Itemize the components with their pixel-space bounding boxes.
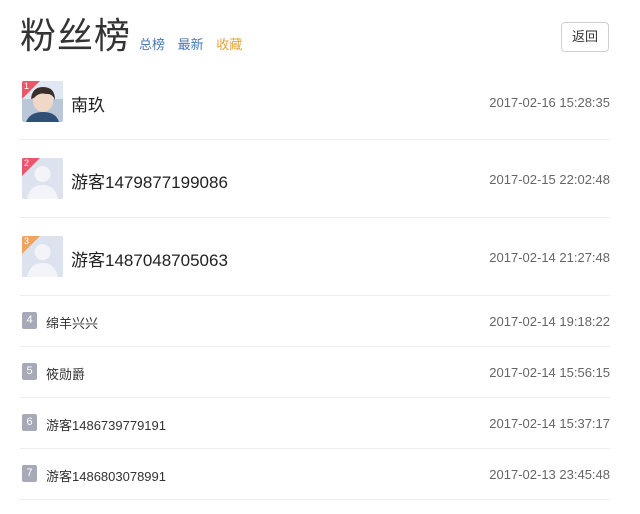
rank-badge: 7	[22, 465, 37, 482]
page-title: 粉丝榜	[20, 16, 132, 57]
back-button[interactable]: 返回	[561, 22, 609, 52]
list-item[interactable]: 4 绵羊兴兴 2017-02-14 19:18:22	[20, 296, 610, 347]
tab-favorites[interactable]: 收藏	[216, 37, 242, 52]
avatar: 3	[22, 236, 63, 277]
avatar: 2	[22, 158, 63, 199]
timestamp: 2017-02-14 21:27:48	[489, 250, 610, 265]
rank-number: 3	[24, 236, 30, 246]
header: 粉丝榜 总榜 最新 收藏 返回	[0, 0, 640, 70]
list-item[interactable]: 2 游客1479877199086 2017-02-15 22:02:48	[20, 140, 610, 218]
fan-name[interactable]: 筱勋爵	[46, 364, 85, 383]
avatar: 1	[22, 81, 63, 122]
timestamp: 2017-02-16 15:28:35	[489, 95, 610, 110]
timestamp: 2017-02-14 19:18:22	[489, 314, 610, 329]
rank-number: 2	[24, 158, 30, 168]
timestamp: 2017-02-13 23:45:48	[489, 467, 610, 482]
tab-bar: 总榜 最新 收藏	[139, 34, 251, 53]
list-item[interactable]: 7 游客1486803078991 2017-02-13 23:45:48	[20, 449, 610, 500]
fan-name[interactable]: 游客1486803078991	[46, 466, 166, 485]
tab-latest[interactable]: 最新	[178, 37, 204, 52]
list-item[interactable]: 6 游客1486739779191 2017-02-14 15:37:17	[20, 398, 610, 449]
tab-total[interactable]: 总榜	[139, 37, 165, 52]
timestamp: 2017-02-14 15:37:17	[489, 416, 610, 431]
rank-badge: 5	[22, 363, 37, 380]
timestamp: 2017-02-14 15:56:15	[489, 365, 610, 380]
list-item[interactable]: 5 筱勋爵 2017-02-14 15:56:15	[20, 347, 610, 398]
fan-list: 1 南玖 2017-02-16 15:28:35 2 游客14798771990…	[20, 70, 610, 500]
fan-name[interactable]: 游客1487048705063	[71, 246, 228, 271]
list-item[interactable]: 3 游客1487048705063 2017-02-14 21:27:48	[20, 218, 610, 296]
fan-name[interactable]: 绵羊兴兴	[46, 313, 98, 332]
fan-name[interactable]: 南玖	[71, 91, 105, 116]
rank-badge: 4	[22, 312, 37, 329]
fan-name[interactable]: 游客1479877199086	[71, 168, 228, 193]
rank-number: 1	[24, 81, 30, 91]
fan-name[interactable]: 游客1486739779191	[46, 415, 166, 434]
list-item[interactable]: 1 南玖 2017-02-16 15:28:35	[20, 70, 610, 140]
rank-badge: 6	[22, 414, 37, 431]
timestamp: 2017-02-15 22:02:48	[489, 172, 610, 187]
